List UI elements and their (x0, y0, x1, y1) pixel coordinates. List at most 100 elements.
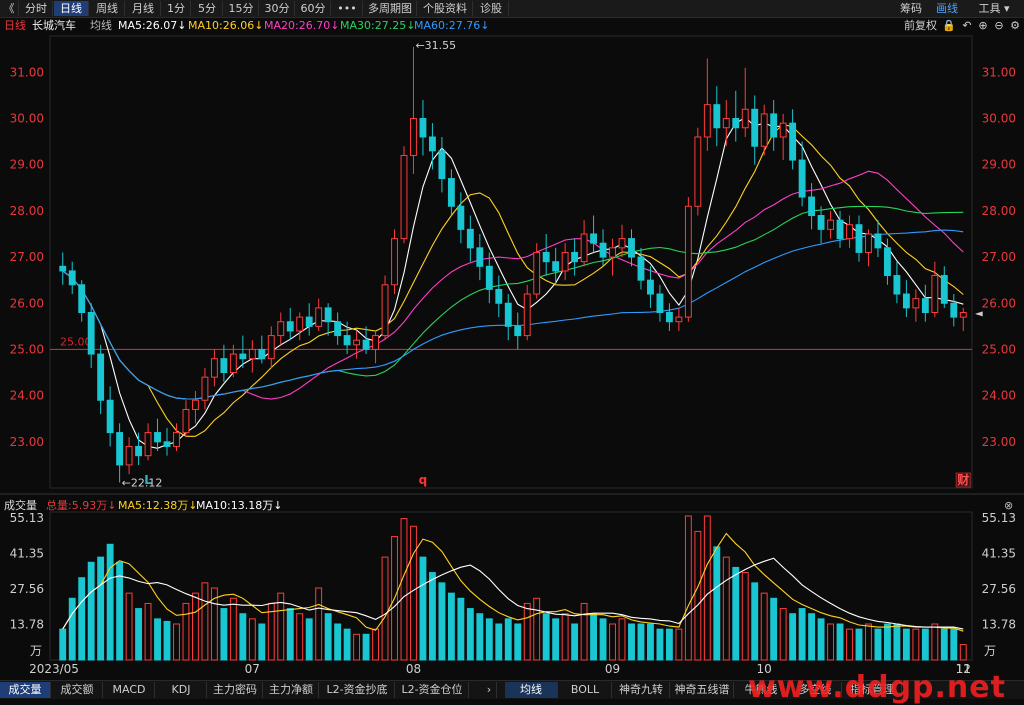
indicator-tab-6[interactable]: L2-资金抄底 (320, 682, 395, 698)
candle-body (248, 348, 256, 360)
overlay-tab-2[interactable]: 神奇九转 (613, 682, 670, 698)
candle-body (106, 399, 114, 434)
volume-bar (533, 597, 541, 661)
candle-body (571, 251, 579, 263)
price-tick-left-3: 28.00 (10, 204, 44, 218)
candle-body (391, 238, 398, 286)
volume-bar (590, 613, 598, 661)
volume-bar (106, 543, 114, 661)
candle-body (628, 238, 635, 258)
volume-bar (410, 525, 417, 661)
volume-bar (552, 618, 560, 661)
volume-bar (229, 597, 237, 661)
volume-bar (940, 628, 948, 661)
candle-body (343, 335, 351, 346)
candle-body (201, 376, 209, 401)
volume-bar (135, 608, 143, 661)
volume-bar (428, 572, 436, 661)
volume-bar (883, 623, 891, 661)
indicator-tab-7[interactable]: L2-资金仓位 (396, 682, 469, 698)
price-tick-right-7: 24.00 (982, 389, 1016, 403)
volume-bar (324, 613, 332, 661)
indicator-tab-3[interactable]: KDJ (156, 682, 207, 698)
indicator-tab-2[interactable]: MACD (104, 682, 155, 698)
indicator-tab-0[interactable]: 成交量 (0, 682, 51, 698)
price-tick-right-4: 27.00 (982, 250, 1016, 264)
volume-bar (305, 618, 313, 661)
volume-bar (836, 623, 844, 661)
candle-body (656, 293, 664, 313)
volume-bar (931, 623, 939, 661)
volume-bar (353, 633, 361, 661)
volume-bar (751, 582, 759, 661)
tabs-scroll-right-icon[interactable]: › (482, 682, 497, 698)
candle-body (362, 339, 370, 350)
kline-chart[interactable]: 31.00 31.00 30.00 30.00 29.00 29.00 28.00 28.00… (0, 0, 1024, 704)
level-label: 25.00 (60, 335, 92, 348)
high-price-label: ←31.55 (415, 39, 456, 52)
volume-bar (808, 613, 816, 661)
volume-bar (959, 644, 967, 661)
volume-bar (182, 602, 190, 661)
indicator-tab-5[interactable]: 主力净额 (264, 682, 319, 698)
candle-body (381, 284, 389, 337)
volume-bar (514, 623, 522, 661)
indicator-tab-1[interactable]: 成交额 (52, 682, 103, 698)
volume-bar (865, 623, 872, 661)
volume-bar (713, 546, 721, 661)
candle-body (950, 302, 958, 318)
price-tick-left-0: 31.00 (10, 65, 44, 79)
price-tick-left-8: 23.00 (10, 435, 44, 449)
volume-bar (912, 628, 920, 661)
volume-tick-right-2: 27.56 (982, 582, 1016, 596)
volume-total: 总量:5.93万↓ (46, 499, 117, 512)
overlay-tab-3[interactable]: 神奇五线谱 (671, 682, 734, 698)
volume-bar (921, 628, 929, 661)
candle-body (410, 118, 417, 156)
candle-body (959, 311, 967, 318)
candle-body (135, 445, 143, 457)
candle-body (694, 136, 702, 207)
candle-body (116, 432, 124, 466)
volume-bar (580, 602, 588, 661)
volume-bar (315, 587, 323, 661)
volume-unit-left: 万 (30, 644, 42, 658)
volume-bar (125, 592, 133, 661)
volume-bar (684, 515, 692, 661)
candle-body (267, 335, 275, 360)
volume-bar (817, 618, 825, 661)
volume-bar (78, 577, 86, 661)
volume-bar (950, 628, 958, 661)
candle-body (808, 196, 816, 217)
close-panel-icon[interactable]: ⊗ (1004, 498, 1013, 514)
volume-tick-left-1: 41.35 (10, 547, 44, 561)
volume-bar (286, 608, 294, 661)
volume-bar (68, 597, 76, 661)
volume-legend: 成交量 总量:5.93万↓ MA5:12.38万↓ MA10:13.18万↓ ⊗ (0, 498, 1024, 514)
volume-bar (637, 623, 645, 661)
candle-body (609, 247, 616, 258)
volume-bar (665, 628, 673, 661)
volume-bar (97, 556, 105, 661)
volume-tick-left-2: 27.56 (10, 582, 44, 596)
volume-bar (163, 620, 171, 661)
candle-body (703, 104, 711, 138)
volume-bar (201, 582, 209, 661)
volume-bar (154, 618, 161, 661)
date-tick-3: 09 (605, 662, 620, 676)
overlay-tab-0[interactable]: 均线 (505, 682, 558, 698)
volume-bar (618, 618, 626, 661)
volume-bar (599, 618, 607, 661)
volume-bar (561, 613, 569, 661)
candle-body (154, 432, 161, 443)
ma20-line (62, 170, 964, 400)
candle-body (751, 108, 759, 147)
volume-bar (258, 623, 266, 661)
candle-body (504, 302, 512, 327)
volume-bar (87, 561, 95, 661)
overlay-tab-1[interactable]: BOLL (559, 682, 612, 698)
volume-bar (789, 613, 797, 661)
candle-body (144, 432, 152, 457)
volume-bar (419, 556, 427, 661)
indicator-tab-4[interactable]: 主力密码 (208, 682, 263, 698)
